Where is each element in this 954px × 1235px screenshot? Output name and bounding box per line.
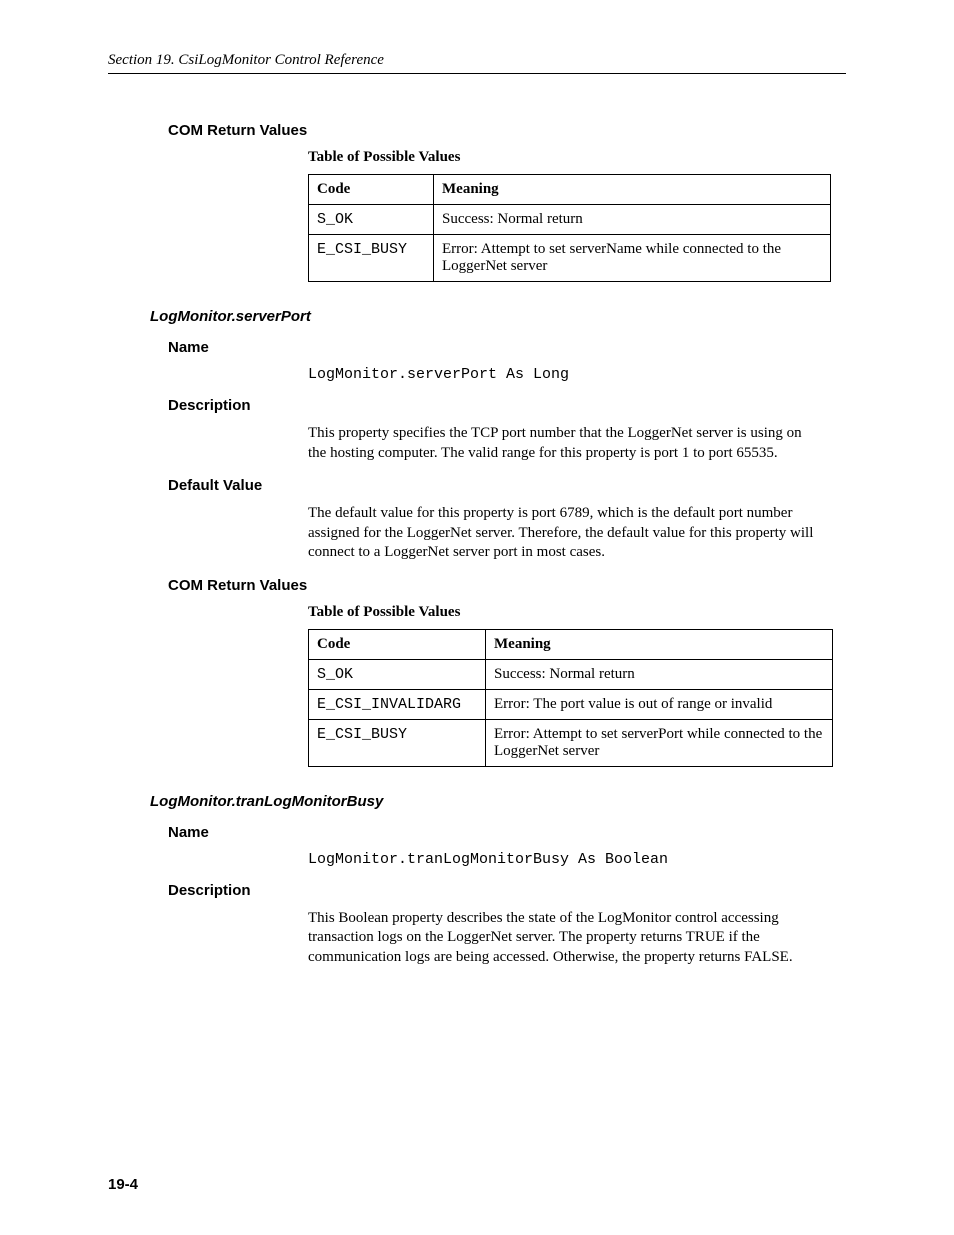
table-possible-values-1: Code Meaning S_OK Success: Normal return… xyxy=(308,174,831,282)
th-meaning: Meaning xyxy=(486,629,833,659)
table-row: S_OK Success: Normal return xyxy=(309,659,833,689)
page-container: Section 19. CsiLogMonitor Control Refere… xyxy=(0,0,954,1235)
cell-meaning: Success: Normal return xyxy=(434,205,831,235)
code-signature-tranlogmonitorbusy: LogMonitor.tranLogMonitorBusy As Boolean xyxy=(308,851,846,868)
cell-code: E_CSI_BUSY xyxy=(309,719,486,766)
table-caption-1: Table of Possible Values xyxy=(308,149,846,166)
heading-property-tranlogmonitorbusy: LogMonitor.tranLogMonitorBusy xyxy=(150,793,846,810)
table-row: S_OK Success: Normal return xyxy=(309,205,831,235)
th-meaning: Meaning xyxy=(434,175,831,205)
table-header-row: Code Meaning xyxy=(309,175,831,205)
cell-meaning: Error: The port value is out of range or… xyxy=(486,689,833,719)
cell-meaning: Error: Attempt to set serverPort while c… xyxy=(486,719,833,766)
heading-com-return-values-1: COM Return Values xyxy=(168,122,846,139)
heading-name-2: Name xyxy=(168,824,846,841)
heading-name-1: Name xyxy=(168,339,846,356)
cell-meaning: Success: Normal return xyxy=(486,659,833,689)
default-value-text: The default value for this property is p… xyxy=(308,504,818,563)
table-row: E_CSI_BUSY Error: Attempt to set serverN… xyxy=(309,235,831,282)
description-text-1: This property specifies the TCP port num… xyxy=(308,424,818,463)
th-code: Code xyxy=(309,175,434,205)
cell-code: S_OK xyxy=(309,659,486,689)
code-signature-serverport: LogMonitor.serverPort As Long xyxy=(308,366,846,383)
heading-description-1: Description xyxy=(168,397,846,414)
table-row: E_CSI_BUSY Error: Attempt to set serverP… xyxy=(309,719,833,766)
cell-code: S_OK xyxy=(309,205,434,235)
table-header-row: Code Meaning xyxy=(309,629,833,659)
cell-code: E_CSI_BUSY xyxy=(309,235,434,282)
heading-default-value: Default Value xyxy=(168,477,846,494)
cell-code: E_CSI_INVALIDARG xyxy=(309,689,486,719)
heading-com-return-values-2: COM Return Values xyxy=(168,577,846,594)
table-possible-values-2: Code Meaning S_OK Success: Normal return… xyxy=(308,629,833,767)
heading-description-2: Description xyxy=(168,882,846,899)
running-header: Section 19. CsiLogMonitor Control Refere… xyxy=(108,52,846,74)
table-caption-2: Table of Possible Values xyxy=(308,604,846,621)
page-number: 19-4 xyxy=(108,1176,138,1193)
heading-property-serverport: LogMonitor.serverPort xyxy=(150,308,846,325)
cell-meaning: Error: Attempt to set serverName while c… xyxy=(434,235,831,282)
th-code: Code xyxy=(309,629,486,659)
description-text-2: This Boolean property describes the stat… xyxy=(308,909,818,968)
table-row: E_CSI_INVALIDARG Error: The port value i… xyxy=(309,689,833,719)
